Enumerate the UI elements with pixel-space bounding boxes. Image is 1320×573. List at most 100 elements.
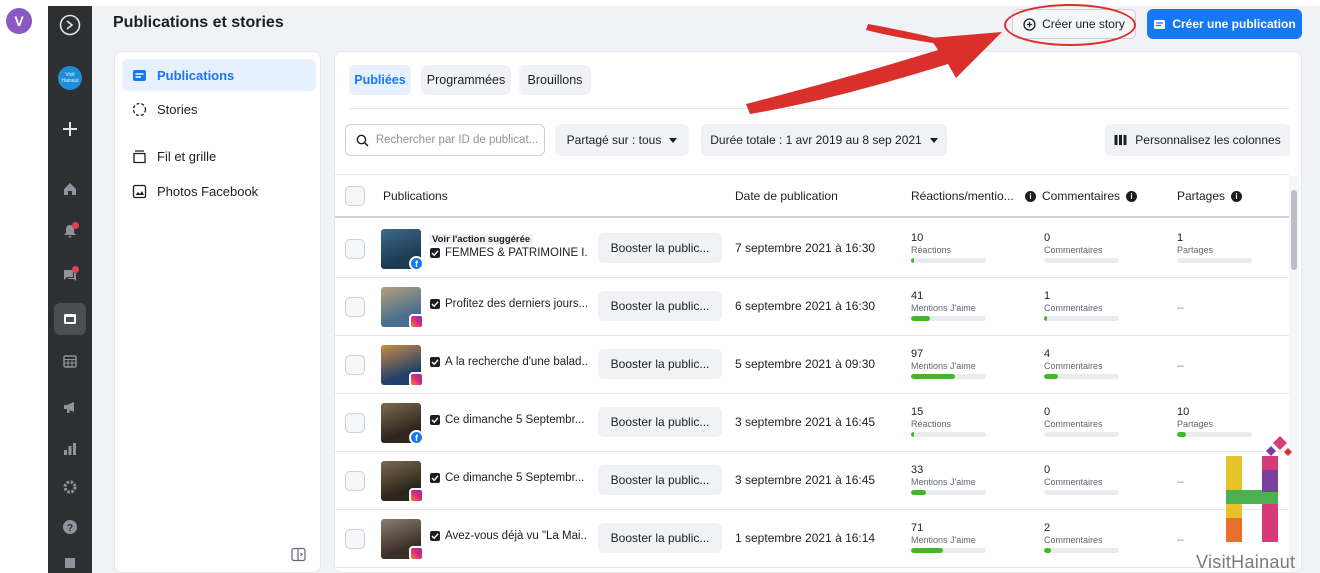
row-checkbox[interactable] [345,239,365,259]
meta-logo-button[interactable] [48,8,92,42]
tab-label: Programmées [426,73,506,87]
reactions-cell: 10 Réactions [911,232,1001,263]
post-emoji-icon [430,531,440,541]
date-range-dropdown[interactable]: Durée totale : 1 avr 2019 au 8 sep 2021 [701,124,947,156]
rail-content[interactable] [48,302,92,336]
post-emoji-icon [430,299,440,309]
search-input[interactable] [375,134,544,146]
post-title: Profitez des derniers jours... [429,298,587,310]
table-row[interactable]: f Ce dimanche 5 Septembr... Booster la pub… [335,394,1289,452]
shares-cell: 1 Partages [1177,232,1267,263]
search-box[interactable] [345,124,545,156]
info-icon[interactable]: i [1025,190,1036,202]
post-title-wrap[interactable]: À la recherche d'une balad... [429,356,587,368]
column-date[interactable]: Date de publication [735,189,838,203]
shared-on-dropdown[interactable]: Partagé sur : tous [555,124,689,156]
shares-bar-fill [1177,432,1186,437]
comments-bar-fill [1044,374,1058,379]
column-label: Date de publication [735,189,838,203]
customize-columns-button[interactable]: Personnalisez les colonnes [1105,124,1290,156]
reactions-bar [911,316,986,321]
rail-ads[interactable] [48,390,92,424]
create-publication-button[interactable]: Créer une publication [1147,9,1302,39]
row-checkbox[interactable] [345,471,365,491]
feed-grid-icon [133,149,146,163]
table-header: Publications Date de publication Réactio… [335,174,1289,218]
post-title: FEMMES & PATRIMOINE I... [429,247,587,259]
table-row[interactable]: Ce dimanche 5 Septembr... Booster la publ… [335,452,1289,510]
reactions-bar-fill [911,432,914,437]
profile-avatar[interactable]: V [6,8,32,34]
page-avatar[interactable]: Visit Hainaut [58,66,82,90]
post-title-wrap[interactable]: Voir l'action suggérée FEMMES & PATRIMOIN… [429,229,587,259]
comments-bar-fill [1044,316,1047,321]
profile-initial: V [14,13,24,29]
collapse-sidebar-icon[interactable] [291,547,306,562]
table-row[interactable]: f Voir l'action suggérée FEMMES & PATRIMOI… [335,220,1289,278]
sidebar: Publications Stories Fil et grille Photo… [114,51,321,573]
row-checkbox[interactable] [345,297,365,317]
info-icon[interactable]: i [1231,190,1243,202]
select-all-checkbox[interactable] [345,186,365,206]
reactions-label: Mentions J'aime [911,477,976,487]
rail-home[interactable] [48,172,92,206]
scroll-thumb[interactable] [1291,190,1297,270]
column-reactions[interactable]: Réactions/mentio... [911,189,1014,203]
boost-post-button[interactable]: Booster la public... [598,291,722,321]
comments-label: Commentaires [1044,303,1103,313]
comments-count: 0 [1044,464,1051,476]
rail-inbox[interactable] [48,258,92,292]
row-checkbox[interactable] [345,529,365,549]
rail-help[interactable]: ? [48,510,92,544]
shares-empty: – [1177,300,1184,314]
calendar-icon [63,355,77,368]
boost-post-button[interactable]: Booster la public... [598,349,722,379]
comments-count: 0 [1044,232,1051,244]
table-row[interactable]: Profitez des derniers jours... Booster la… [335,278,1289,336]
column-shares[interactable]: Partages i [1177,189,1243,203]
post-date: 7 septembre 2021 à 16:30 [735,241,876,255]
reactions-count: 10 [911,232,924,244]
customize-columns-label: Personnalisez les colonnes [1135,133,1281,147]
reactions-bar-fill [911,548,943,553]
rail-more[interactable] [48,546,92,573]
boost-post-button[interactable]: Booster la public... [598,465,722,495]
info-icon[interactable]: i [1126,190,1138,202]
suggested-action-badge[interactable]: Voir l'action suggérée [429,234,534,245]
inbox-dot [72,266,79,273]
grid-icon [65,558,75,568]
reactions-cell: 41 Mentions J'aime [911,290,1001,321]
boost-post-button[interactable]: Booster la public... [598,407,722,437]
post-date: 3 septembre 2021 à 16:45 [735,415,876,429]
column-comments[interactable]: i Commentaires i [1025,189,1138,203]
tab-drafts[interactable]: Brouillons [519,65,591,95]
tab-published[interactable]: Publiées [349,65,411,95]
column-publications[interactable]: Publications [383,189,448,203]
sidebar-item-feed-grid[interactable]: Fil et grille [122,140,316,172]
post-emoji-icon [430,473,440,483]
sidebar-item-publications[interactable]: Publications [122,59,316,91]
table-row[interactable]: Avez-vous déjà vu "La Mai... Booster la p… [335,510,1289,568]
table-row[interactable]: À la recherche d'une balad... Booster la … [335,336,1289,394]
watermark-text: VisitHainaut [1196,552,1296,572]
boost-post-button[interactable]: Booster la public... [598,523,722,553]
rail-planner[interactable] [48,344,92,378]
sidebar-item-stories[interactable]: Stories [122,93,316,125]
post-title-wrap[interactable]: Profitez des derniers jours... [429,298,587,310]
post-title-wrap[interactable]: Avez-vous déjà vu "La Mai... [429,530,587,542]
sidebar-item-photos[interactable]: Photos Facebook [122,175,316,207]
boost-post-button[interactable]: Booster la public... [598,233,722,263]
tab-scheduled[interactable]: Programmées [421,65,511,95]
row-checkbox[interactable] [345,355,365,375]
rail-settings[interactable] [48,470,92,504]
megaphone-icon [64,402,74,413]
row-checkbox[interactable] [345,413,365,433]
app-root: V Visit Hainaut ? Publications et storie… [0,0,1320,573]
compose-icon [1154,19,1166,29]
post-title-wrap[interactable]: Ce dimanche 5 Septembr... [429,472,587,484]
rail-notifications[interactable] [48,214,92,248]
create-button[interactable] [48,112,92,146]
home-icon [64,183,76,195]
post-title-wrap[interactable]: Ce dimanche 5 Septembr... [429,414,587,426]
rail-insights[interactable] [48,432,92,466]
